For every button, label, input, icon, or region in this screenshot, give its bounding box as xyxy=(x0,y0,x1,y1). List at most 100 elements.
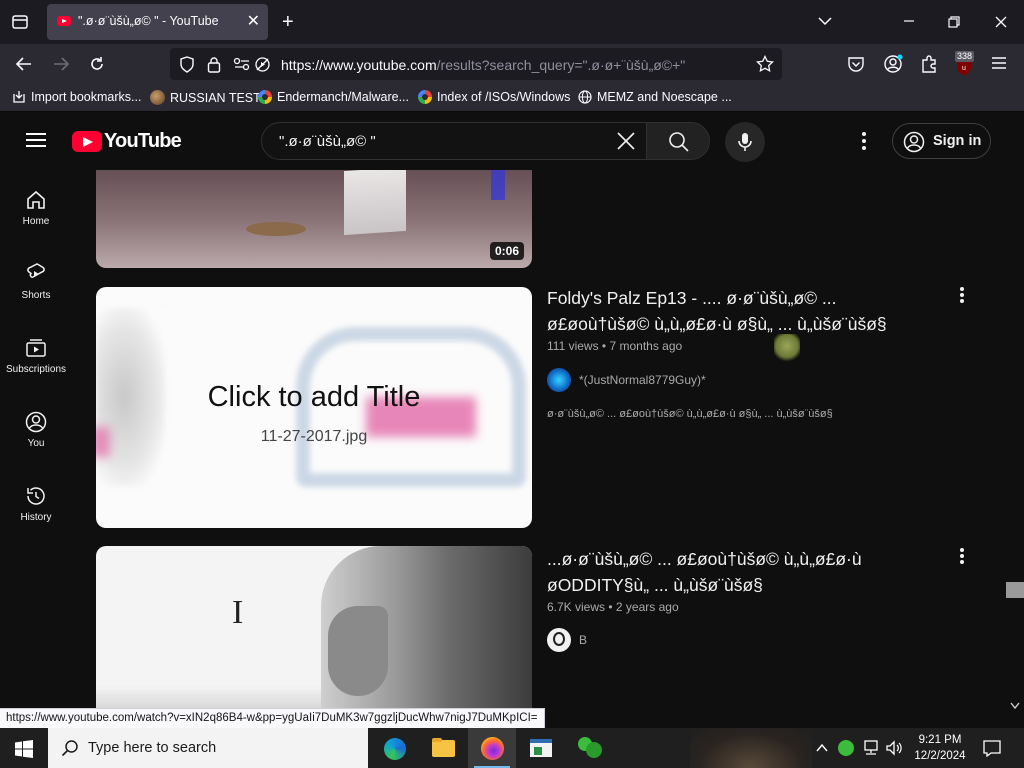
ublock-extension-button[interactable]: u 338 xyxy=(952,51,976,76)
microphone-icon xyxy=(738,133,752,151)
view-count: 6.7K views xyxy=(547,600,606,614)
youtube-page: YouTube ".ø·ø¨ùšù„ø© " Sign in Home Shor… xyxy=(0,112,1024,712)
channel-name: *(JustNormal8779Guy)* xyxy=(579,373,706,387)
scroll-down-arrow-icon[interactable] xyxy=(1010,702,1020,710)
network-icon[interactable] xyxy=(862,740,880,756)
sidebar-label: You xyxy=(27,438,45,449)
tab-close-icon[interactable]: ✕ xyxy=(247,11,260,31)
bookmark-endermanch[interactable]: Endermanch/Malware... xyxy=(258,90,409,104)
restore-window-icon[interactable] xyxy=(948,16,960,28)
sidebar-item-you[interactable]: You xyxy=(0,410,72,449)
taskbar-app-file-explorer[interactable] xyxy=(419,728,467,768)
clear-search-icon[interactable] xyxy=(614,129,638,153)
account-icon[interactable] xyxy=(883,54,903,74)
sidebar-item-history[interactable]: History xyxy=(0,484,72,523)
video-thumbnail-foldys-palz[interactable]: Click to add Title 11-27-2017.jpg xyxy=(96,287,532,528)
taskbar-app-edge[interactable] xyxy=(370,728,418,768)
reload-icon[interactable] xyxy=(88,55,106,73)
page-scrollbar-thumb[interactable] xyxy=(1006,582,1024,598)
decorative-avatar-sticker-icon xyxy=(774,334,800,364)
bookmarks-toolbar: Import bookmarks... RUSSIAN TEST Enderma… xyxy=(0,84,1024,112)
search-icon xyxy=(669,132,689,152)
sidebar-item-subscriptions[interactable]: Subscriptions xyxy=(0,336,72,375)
video-thumbnail-oddity[interactable]: I xyxy=(96,546,532,712)
thumbnail-letter-text: I xyxy=(232,594,244,631)
bookmark-memz[interactable]: MEMZ and Noescape ... xyxy=(578,90,732,104)
sidebar-item-shorts[interactable]: Shorts xyxy=(0,262,72,301)
channel-avatar xyxy=(547,628,571,652)
bookmark-isos[interactable]: Index of /ISOs/Windows xyxy=(418,90,570,104)
search-button[interactable] xyxy=(646,122,710,160)
bookmark-label: RUSSIAN TEST xyxy=(170,90,261,105)
taskbar-clock[interactable]: 9:21 PM 12/2/2024 xyxy=(912,732,968,764)
video-action-menu-icon[interactable] xyxy=(960,287,964,303)
extension-badge-count: 338 xyxy=(955,51,975,62)
sidebar-label: Home xyxy=(22,216,50,227)
voice-search-button[interactable] xyxy=(725,122,765,162)
search-input[interactable]: ".ø·ø¨ùšù„ø© " xyxy=(261,122,647,160)
account-circle-icon xyxy=(903,131,925,153)
browser-nav-bar: https://www.youtube.com/results?search_q… xyxy=(0,44,1024,84)
minimize-window-icon[interactable] xyxy=(903,16,915,26)
taskbar-app-window[interactable] xyxy=(517,728,565,768)
globe-icon xyxy=(578,90,592,104)
clock-time: 9:21 PM xyxy=(918,734,962,746)
channel-link[interactable]: *(JustNormal8779Guy)* xyxy=(547,368,706,392)
upload-age: 2 years ago xyxy=(615,600,679,614)
guide-menu-icon[interactable] xyxy=(26,133,46,147)
back-arrow-icon[interactable] xyxy=(15,56,33,72)
thumbnail-object-shape xyxy=(246,222,306,236)
bookmark-star-icon[interactable] xyxy=(756,55,774,73)
app-menu-hamburger-icon[interactable] xyxy=(991,56,1007,70)
youtube-play-logo-icon xyxy=(72,131,102,152)
permissions-icon[interactable] xyxy=(233,57,251,71)
google-icon xyxy=(418,90,432,104)
list-all-tabs-chevron-icon[interactable] xyxy=(818,16,832,26)
url-path: /results?search_query=".ø·ø+¨ùšù„ø©+" xyxy=(436,57,686,73)
site-favicon xyxy=(150,90,165,105)
video-title-link[interactable]: ...ø·ø¨ùšù„ø© ... ø£øoù†ùšø© ù„ù„ø£ø·ù ø… xyxy=(547,546,907,598)
bookmark-russian-test[interactable]: RUSSIAN TEST xyxy=(150,90,261,105)
new-tab-icon[interactable]: + xyxy=(282,12,294,32)
sign-in-label: Sign in xyxy=(933,133,982,149)
sidebar-item-home[interactable]: Home xyxy=(0,188,72,227)
video-title-link[interactable]: Foldy's Palz Ep13 - .... ø·ø¨ùšù„ø© ... … xyxy=(547,285,907,337)
close-window-icon[interactable] xyxy=(995,16,1007,28)
settings-more-icon[interactable] xyxy=(861,132,867,150)
upload-age: 7 months ago xyxy=(609,339,683,353)
taskbar-app-firefox[interactable] xyxy=(468,728,516,768)
volume-icon[interactable] xyxy=(885,740,903,756)
video-action-menu-icon[interactable] xyxy=(960,548,964,564)
channel-link[interactable]: B xyxy=(547,628,587,652)
forward-arrow-icon[interactable] xyxy=(52,56,70,72)
thumbnail-light-shape xyxy=(491,170,505,200)
video-description-snippet: ø·ø¨ùšù„ø© ... ø£øoù†ùšø© ù„ù„ø£ø·ù ø§ù„… xyxy=(547,408,833,420)
thumbnail-box-shape xyxy=(344,166,406,236)
you-icon xyxy=(25,411,47,433)
url-text: https://www.youtube.com/results?search_q… xyxy=(281,57,685,73)
taskbar-search-box[interactable]: Type here to search xyxy=(48,728,368,768)
sign-in-button[interactable]: Sign in xyxy=(892,123,991,159)
tray-people-icon[interactable] xyxy=(838,740,854,756)
people-second-shape xyxy=(586,742,602,758)
channel-name: B xyxy=(579,633,588,647)
app-window-inner-shape xyxy=(534,747,542,755)
address-bar[interactable]: https://www.youtube.com/results?search_q… xyxy=(170,48,782,80)
bookmark-label: Index of /ISOs/Windows xyxy=(437,90,571,104)
tab-overview-icon[interactable] xyxy=(11,13,29,31)
pocket-icon[interactable] xyxy=(847,55,865,73)
windows-start-icon[interactable] xyxy=(15,740,33,758)
clock-date: 12/2/2024 xyxy=(914,750,966,762)
lock-icon[interactable] xyxy=(207,56,221,73)
browser-tab-youtube[interactable]: ".ø·ø¨ùšù„ø© " - YouTube ✕ xyxy=(47,4,268,40)
taskbar-app-people[interactable] xyxy=(566,728,614,768)
shorts-icon xyxy=(27,263,45,278)
notifications-icon[interactable] xyxy=(983,740,1001,757)
autoplay-blocked-icon[interactable] xyxy=(254,56,271,73)
subscriptions-icon xyxy=(26,339,46,357)
tracking-protection-shield-icon[interactable] xyxy=(179,56,195,73)
bookmark-import[interactable]: Import bookmarks... xyxy=(12,90,141,104)
url-host: https://www.youtube.com xyxy=(281,57,437,73)
extensions-puzzle-icon[interactable] xyxy=(920,54,938,74)
show-hidden-icons-chevron-icon[interactable] xyxy=(816,743,828,753)
